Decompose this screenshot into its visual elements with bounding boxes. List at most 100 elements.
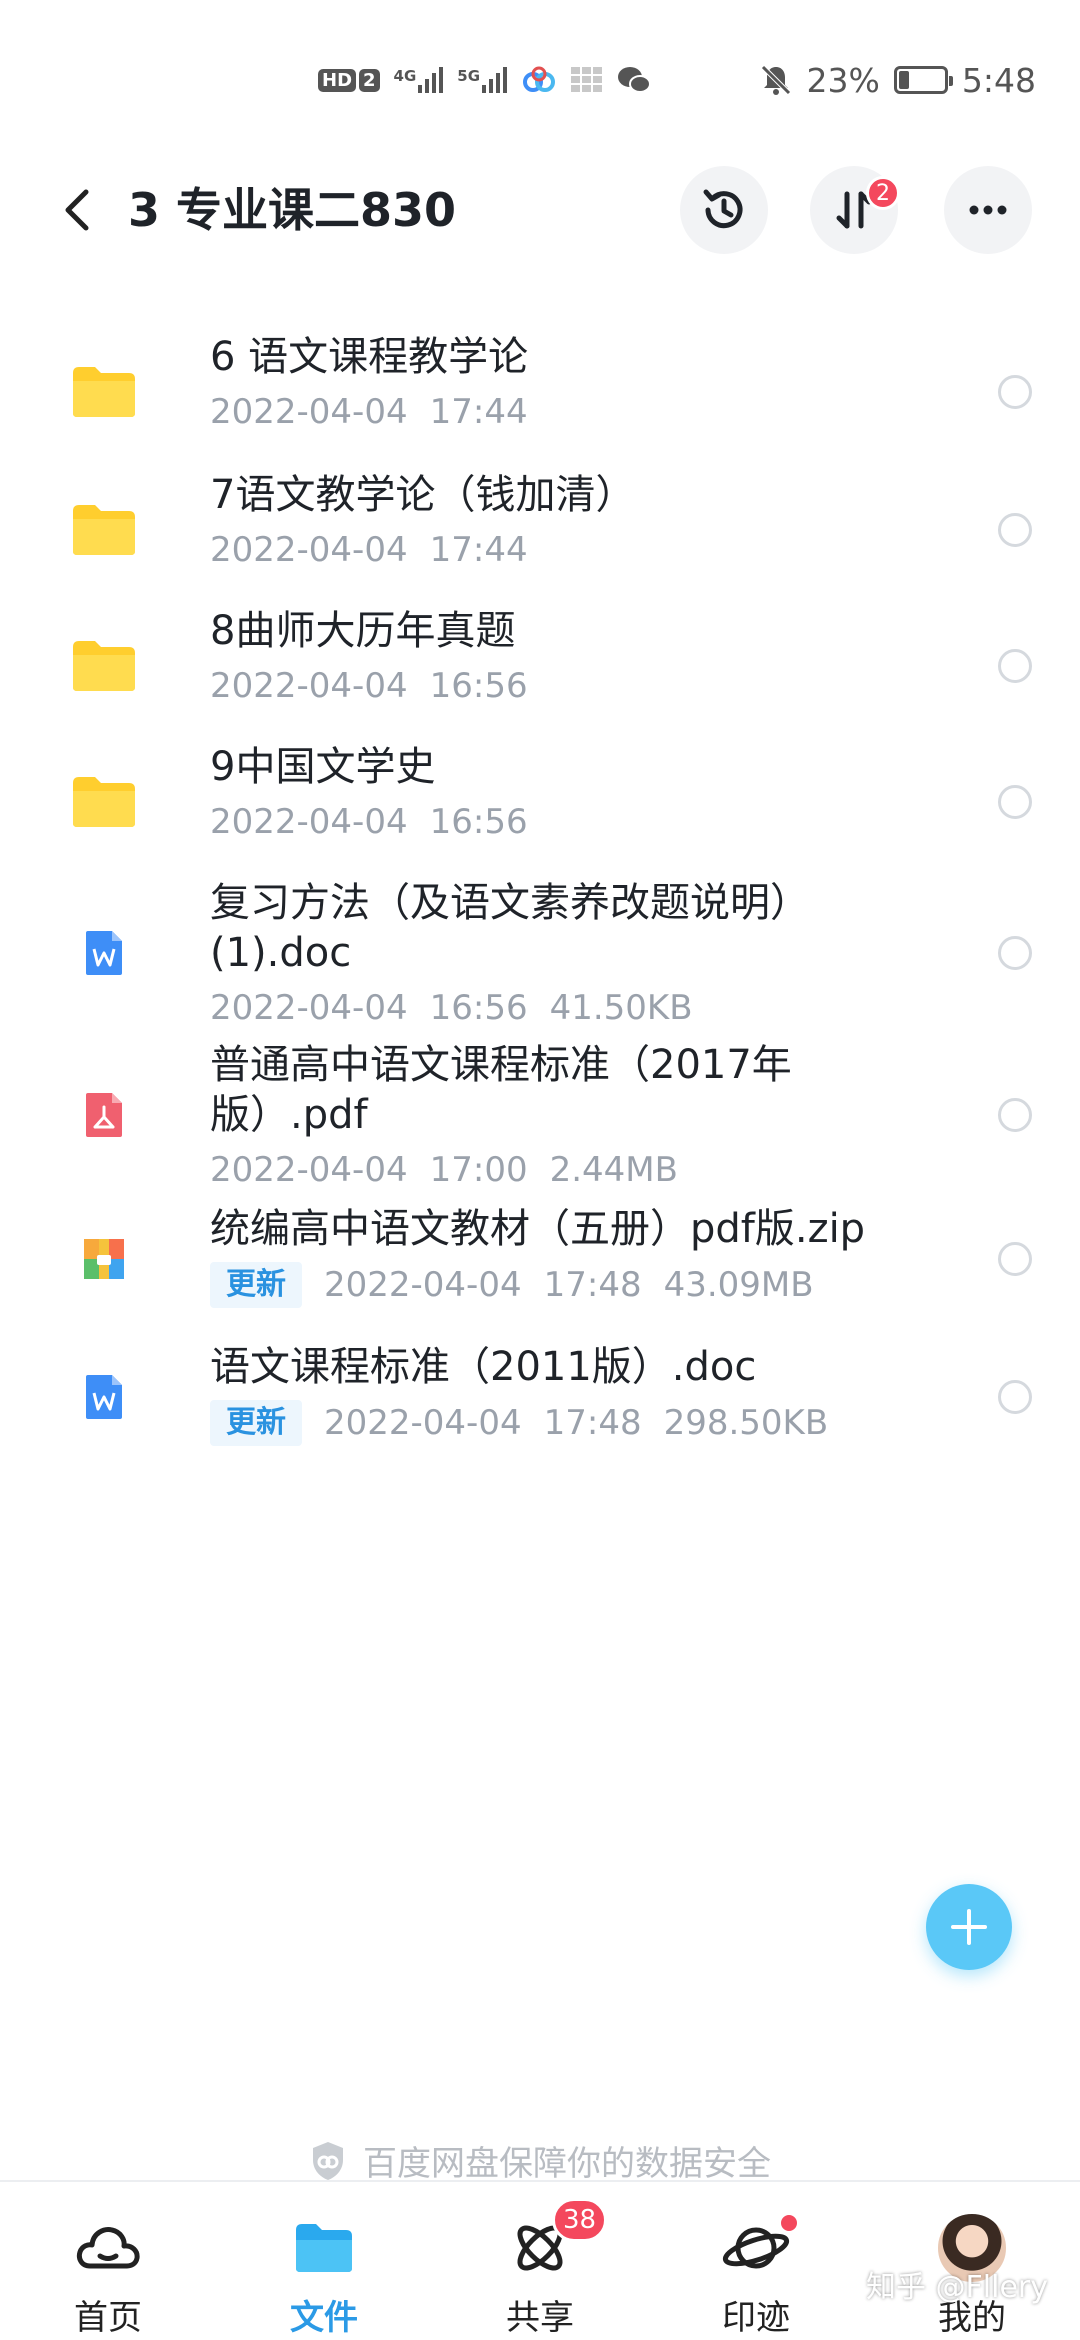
file-row[interactable]: 9中国文学史 2022-04-04 16:56	[0, 742, 1080, 862]
file-text: 9中国文学史 2022-04-04 16:56	[210, 742, 940, 844]
tab-share-label: 共享	[506, 2298, 574, 2338]
bell-muted-icon	[760, 65, 791, 95]
battery-icon	[893, 66, 953, 94]
file-meta: 2022-04-04 17:00 2.44MB	[210, 1148, 940, 1192]
baidu-cloud-icon	[523, 66, 556, 92]
watermark: 知乎 @Fllery	[866, 2270, 1049, 2305]
select-checkbox[interactable]	[998, 1242, 1032, 1276]
tab-files[interactable]: 文件	[224, 2182, 424, 2340]
update-tag: 更新	[210, 1400, 302, 1446]
file-time: 16:56	[429, 988, 528, 1028]
status-left: HD 2 4G 5G	[318, 60, 652, 100]
file-meta: 2022-04-04 17:44	[210, 390, 940, 434]
file-name: 统编高中语文教材（五册）pdf版.zip	[210, 1206, 866, 1252]
shield-icon	[313, 2141, 343, 2180]
file-date: 2022-04-04	[324, 1265, 522, 1305]
bottom-tab-bar: 首页 文件 38 共享 印迹 我的	[0, 2180, 1080, 2340]
folder-icon	[64, 762, 144, 842]
file-text: 8曲师大历年真题 2022-04-04 16:56	[210, 606, 940, 708]
file-date: 2022-04-04	[210, 666, 408, 706]
page-title: 3 专业课二830	[128, 183, 457, 237]
file-meta: 2022-04-04 16:56	[210, 800, 940, 844]
select-checkbox[interactable]	[998, 1098, 1032, 1132]
hd-indicator: HD 2	[318, 68, 380, 92]
tab-files-label: 文件	[290, 2298, 358, 2338]
back-button[interactable]	[50, 182, 106, 238]
word-doc-icon	[64, 913, 144, 993]
file-time: 17:44	[429, 392, 528, 432]
tab-traces[interactable]: 印迹	[656, 2182, 856, 2340]
file-text: 语文课程标准（2011版）.doc 更新 2022-04-04 17:48 298.50…	[210, 1342, 940, 1446]
folder-icon	[64, 626, 144, 706]
file-time: 17:44	[429, 530, 528, 570]
cloud-icon	[72, 2212, 144, 2284]
file-row[interactable]: 统编高中语文教材（五册）pdf版.zip 更新 2022-04-04 17:48 43.…	[0, 1204, 1080, 1314]
transfer-badge: 2	[866, 176, 900, 210]
folder-icon	[64, 490, 144, 570]
file-size: 41.50KB	[549, 988, 693, 1028]
file-name: 6 语文课程教学论	[210, 334, 529, 380]
folder-icon	[288, 2212, 360, 2284]
status-right: 23% 5:48	[759, 58, 1036, 102]
file-text: 7语文教学论（钱加清） 2022-04-04 17:44	[210, 470, 940, 572]
file-row[interactable]: 语文课程标准（2011版）.doc 更新 2022-04-04 17:48 298.50…	[0, 1342, 1080, 1452]
signal-4g: 4G	[394, 67, 444, 93]
file-time: 16:56	[429, 666, 528, 706]
plus-icon	[951, 1909, 987, 1945]
tab-share-badge: 38	[552, 2198, 608, 2242]
more-dots-icon	[969, 205, 1007, 215]
folder-icon	[64, 352, 144, 432]
signal-bars-icon	[482, 67, 508, 93]
security-note-text: 百度网盘保障你的数据安全	[363, 2144, 771, 2184]
pdf-icon	[64, 1075, 144, 1155]
file-meta: 2022-04-04 16:56 41.50KB	[210, 986, 940, 1030]
select-checkbox[interactable]	[998, 785, 1032, 819]
file-date: 2022-04-04	[210, 392, 408, 432]
transfer-button[interactable]: 2	[810, 166, 900, 254]
file-text: 6 语文课程教学论 2022-04-04 17:44	[210, 332, 940, 434]
file-size: 43.09MB	[663, 1265, 814, 1305]
clock: 5:48	[961, 60, 1036, 100]
file-meta: 2022-04-04 16:56	[210, 664, 940, 708]
more-button[interactable]	[944, 166, 1032, 254]
tab-home-label: 首页	[74, 2298, 142, 2338]
tab-traces-dot	[778, 2212, 800, 2234]
hd-label: HD	[318, 68, 357, 92]
tab-share[interactable]: 38 共享	[440, 2182, 640, 2340]
select-checkbox[interactable]	[998, 649, 1032, 683]
file-row[interactable]: 普通高中语文课程标准（2017年版）.pdf 2022-04-04 17:00 2.4…	[0, 1040, 1080, 1190]
file-date: 2022-04-04	[210, 802, 408, 842]
file-row[interactable]: 7语文教学论（钱加清） 2022-04-04 17:44	[0, 470, 1080, 590]
chevron-left-icon	[65, 189, 89, 231]
history-button[interactable]	[680, 166, 768, 254]
grid-notification-icon	[571, 67, 603, 92]
file-meta: 2022-04-04 17:44	[210, 528, 940, 572]
file-row[interactable]: 6 语文课程教学论 2022-04-04 17:44	[0, 332, 1080, 452]
file-time: 17:48	[543, 1265, 642, 1305]
file-text: 普通高中语文课程标准（2017年版）.pdf 2022-04-04 17:00 2.4…	[210, 1040, 940, 1192]
file-row[interactable]: 8曲师大历年真题 2022-04-04 16:56	[0, 606, 1080, 726]
file-time: 17:48	[543, 1403, 642, 1443]
select-checkbox[interactable]	[998, 1380, 1032, 1414]
net2-label: 5G	[457, 67, 481, 85]
update-tag: 更新	[210, 1262, 302, 1308]
file-name: 9中国文学史	[210, 744, 436, 790]
tab-mine[interactable]: 我的	[872, 2182, 1072, 2340]
file-text: 复习方法（及语文素养改题说明）(1).doc 2022-04-04 16:56 41.…	[210, 878, 940, 1030]
select-checkbox[interactable]	[998, 375, 1032, 409]
tab-traces-label: 印迹	[722, 2298, 790, 2338]
file-date: 2022-04-04	[210, 1150, 408, 1190]
file-time: 17:00	[429, 1150, 528, 1190]
file-date: 2022-04-04	[210, 530, 408, 570]
history-icon	[703, 189, 743, 229]
add-button[interactable]	[926, 1884, 1012, 1970]
signal-bars-icon	[418, 67, 444, 93]
file-name: 7语文教学论（钱加清）	[210, 472, 636, 518]
wechat-icon	[618, 67, 652, 93]
tab-home[interactable]: 首页	[8, 2182, 208, 2340]
select-checkbox[interactable]	[998, 513, 1032, 547]
file-meta: 更新 2022-04-04 17:48 43.09MB	[210, 1262, 940, 1308]
file-row[interactable]: 复习方法（及语文素养改题说明）(1).doc 2022-04-04 16:56 41.…	[0, 878, 1080, 1028]
file-size: 298.50KB	[663, 1403, 829, 1443]
select-checkbox[interactable]	[998, 936, 1032, 970]
